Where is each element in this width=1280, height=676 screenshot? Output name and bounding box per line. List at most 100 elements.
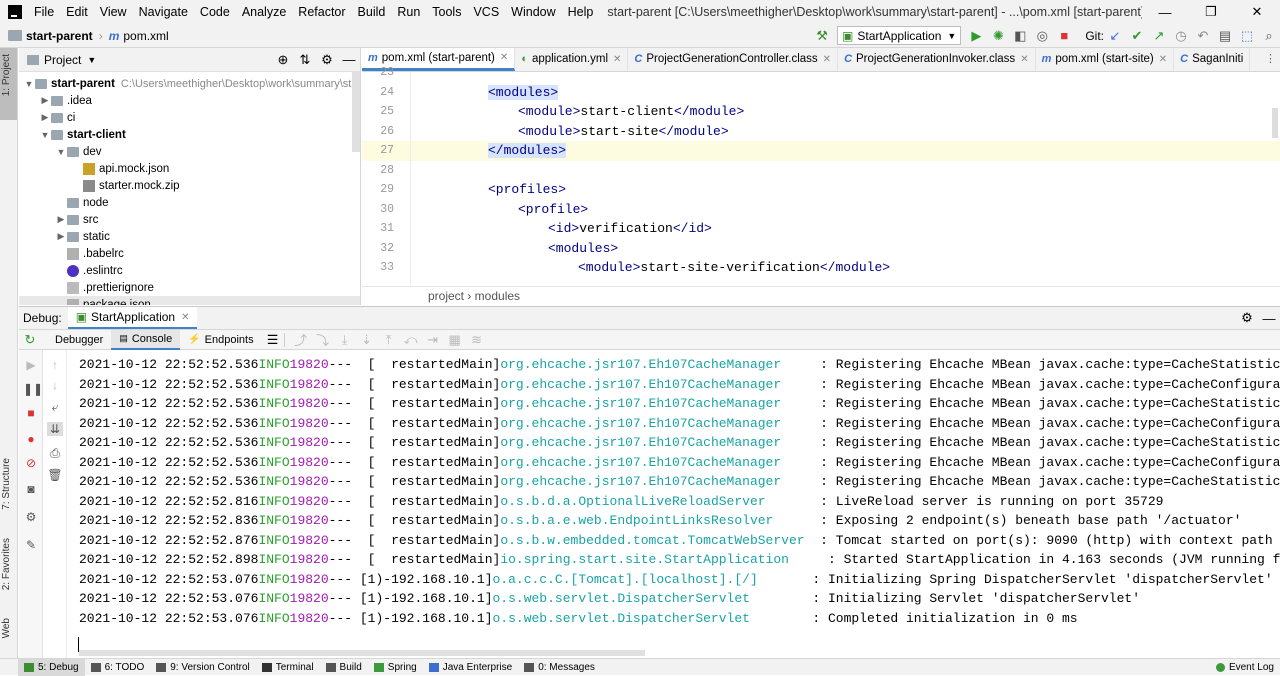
tool-window-button[interactable]: 0: Messages <box>518 659 601 676</box>
menu-view[interactable]: View <box>94 5 133 19</box>
close-window-button[interactable]: ✕ <box>1234 4 1280 20</box>
soft-wrap-icon[interactable]: ⤶ <box>47 400 63 414</box>
menu-code[interactable]: Code <box>194 5 236 19</box>
tree-item[interactable]: ▶ src <box>19 211 360 228</box>
git-update-icon[interactable]: ↙ <box>1104 26 1126 46</box>
stop-icon[interactable]: ■ <box>23 406 39 420</box>
locate-target-icon[interactable]: ⊕ <box>272 50 294 70</box>
close-icon[interactable]: ✕ <box>500 52 508 63</box>
tool-window-button[interactable]: Spring <box>368 659 423 676</box>
project-view-select[interactable]: Project <box>44 53 81 67</box>
tool-window-button[interactable]: Terminal <box>256 659 320 676</box>
project-tool-tab[interactable]: 1: Project <box>1 54 12 96</box>
debug-icon[interactable]: ✺ <box>987 26 1009 46</box>
resume-icon[interactable]: ▶ <box>23 358 39 372</box>
clear-all-icon[interactable]: 🗑 <box>47 468 63 482</box>
debug-session-tab[interactable]: ▣ StartApplication ✕ <box>67 307 198 329</box>
breadcrumb-project[interactable]: start-parent <box>26 29 93 43</box>
drop-frame-icon[interactable]: ⤺ <box>400 330 422 350</box>
web-tool-tab[interactable]: Web <box>1 618 12 638</box>
pin-icon[interactable]: ✎ <box>23 538 39 552</box>
console-horizontal-scrollbar[interactable] <box>79 650 645 656</box>
gear-icon[interactable]: ⚙ <box>1236 308 1258 328</box>
tree-item[interactable]: ▼ start-client <box>19 126 360 143</box>
translate-icon[interactable]: ⬚ <box>1236 26 1258 46</box>
git-commit-icon[interactable]: ✔ <box>1126 26 1148 46</box>
tree-item[interactable]: ▶ static <box>19 228 360 245</box>
step-out-icon[interactable]: ⤒ <box>378 330 400 350</box>
chevron-right-icon[interactable]: ▶ <box>39 112 51 123</box>
chevron-right-icon[interactable]: ▶ <box>55 231 67 242</box>
hide-icon[interactable]: — <box>1258 308 1280 328</box>
menu-file[interactable]: File <box>28 5 60 19</box>
tree-item[interactable]: node <box>19 194 360 211</box>
chevron-right-icon[interactable]: ▶ <box>55 214 67 225</box>
pause-icon[interactable]: ❚❚ <box>23 382 43 396</box>
tool-window-button[interactable]: 6: TODO <box>85 659 151 676</box>
tool-window-button[interactable]: 9: Version Control <box>150 659 256 676</box>
project-structure-icon[interactable]: ▤ <box>1214 26 1236 46</box>
structure-tool-tab[interactable]: 7: Structure <box>1 458 12 510</box>
tree-item[interactable]: api.mock.json <box>19 160 360 177</box>
menu-tools[interactable]: Tools <box>426 5 467 19</box>
profile-icon[interactable]: ◎ <box>1031 26 1053 46</box>
restore-button[interactable]: ❐ <box>1188 4 1234 20</box>
tree-scrollbar[interactable] <box>352 72 360 152</box>
tree-item[interactable]: ▼ dev <box>19 143 360 160</box>
tab-console[interactable]: ▤ Console <box>111 329 181 350</box>
build-hammer-icon[interactable]: ⚒ <box>811 26 833 46</box>
run-to-cursor-icon[interactable]: ⇥ <box>422 330 444 350</box>
show-execution-point-icon[interactable]: ⤴ <box>290 330 312 350</box>
rollback-icon[interactable]: ↶ <box>1192 26 1214 46</box>
menu-help[interactable]: Help <box>562 5 600 19</box>
layout-icon[interactable]: ☰ <box>262 330 284 350</box>
git-push-icon[interactable]: ↗ <box>1148 26 1170 46</box>
menu-build[interactable]: Build <box>352 5 392 19</box>
tree-item[interactable]: .prettierignore <box>19 279 360 296</box>
chevron-down-icon[interactable]: ▼ <box>55 147 67 157</box>
menu-vcs[interactable]: VCS <box>467 5 505 19</box>
tab-endpoints[interactable]: ⚡ Endpoints <box>180 330 261 350</box>
menu-refactor[interactable]: Refactor <box>292 5 351 19</box>
force-step-into-icon[interactable]: ⇣ <box>356 330 378 350</box>
tree-item[interactable]: starter.mock.zip <box>19 177 360 194</box>
menu-edit[interactable]: Edit <box>60 5 94 19</box>
menu-navigate[interactable]: Navigate <box>133 5 194 19</box>
gear-icon[interactable]: ⚙ <box>23 510 39 524</box>
history-icon[interactable]: ◷ <box>1170 26 1192 46</box>
view-breakpoints-icon[interactable]: ● <box>23 432 39 446</box>
rerun-icon[interactable]: ↻ <box>19 330 41 350</box>
editor-scrollbar[interactable] <box>1272 108 1278 138</box>
tree-item[interactable]: .eslintrc <box>19 262 360 279</box>
coverage-icon[interactable]: ◧ <box>1009 26 1031 46</box>
event-log-button[interactable]: Event Log <box>1210 659 1280 676</box>
breadcrumb-file[interactable]: pom.xml <box>123 29 168 43</box>
step-over-icon[interactable]: ⤵ <box>312 330 334 350</box>
chevron-right-icon[interactable]: ▶ <box>39 95 51 106</box>
favorites-tool-tab[interactable]: 2: Favorites <box>1 538 12 590</box>
menu-window[interactable]: Window <box>505 5 561 19</box>
tool-window-button[interactable]: Build <box>320 659 368 676</box>
chevron-down-icon[interactable]: ▼ <box>87 55 96 65</box>
xml-path-crumbs[interactable]: project › modules <box>428 289 520 303</box>
up-arrow-icon[interactable]: ↑ <box>47 358 63 372</box>
code-editor[interactable]: 23 24 <modules> 25 <module> start-client </mod… <box>362 66 1280 285</box>
close-icon[interactable]: ✕ <box>181 312 189 323</box>
menu-analyze[interactable]: Analyze <box>236 5 292 19</box>
tree-item[interactable]: .babelrc <box>19 245 360 262</box>
gear-icon[interactable]: ⚙ <box>316 50 338 70</box>
chevron-down-icon[interactable]: ▼ <box>23 79 35 89</box>
menu-run[interactable]: Run <box>391 5 426 19</box>
tree-item[interactable]: ▼ start-parent C:\Users\meethigher\Desktop… <box>19 75 360 92</box>
tree-item[interactable]: package.json <box>19 296 360 305</box>
trace-icon[interactable]: ≋ <box>466 330 488 350</box>
mute-breakpoints-icon[interactable]: ⊘ <box>23 456 39 470</box>
tab-debugger[interactable]: Debugger <box>47 330 111 350</box>
tree-item[interactable]: ▶ .idea <box>19 92 360 109</box>
stop-icon[interactable]: ■ <box>1053 26 1075 46</box>
run-configuration-select[interactable]: ▣ StartApplication ▼ <box>837 26 962 45</box>
tool-window-button[interactable]: Java Enterprise <box>423 659 518 676</box>
run-icon[interactable]: ▶ <box>965 26 987 46</box>
tree-item[interactable]: ▶ ci <box>19 109 360 126</box>
evaluate-icon[interactable]: ▦ <box>444 330 466 350</box>
